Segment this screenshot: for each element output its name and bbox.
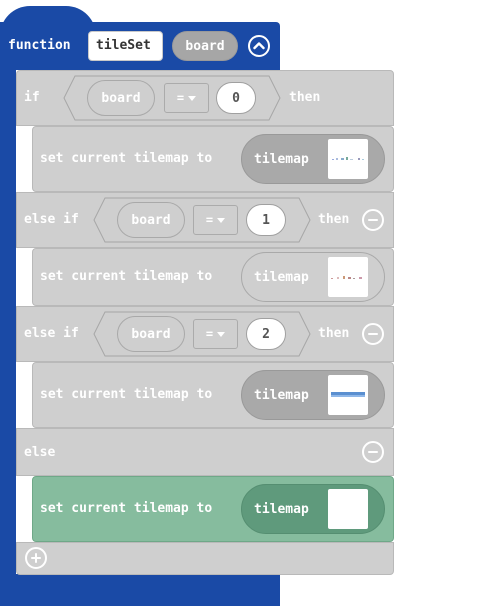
function-left-rail bbox=[0, 60, 16, 606]
plus-circle-icon[interactable] bbox=[25, 547, 47, 569]
statement-label-2: set current tilemap to bbox=[40, 387, 213, 402]
function-keyword: function bbox=[8, 38, 71, 53]
operator-dropdown-2[interactable]: = bbox=[193, 319, 238, 349]
operator-dropdown-1[interactable]: = bbox=[193, 205, 238, 235]
if-footer bbox=[16, 542, 394, 575]
if-else-block[interactable]: if board = 0 then set current tilemap to… bbox=[16, 70, 394, 575]
else-row bbox=[16, 428, 394, 476]
tilemap-preview-2 bbox=[331, 392, 365, 397]
function-name: tileSet bbox=[96, 38, 151, 53]
tilemap-arg-label-0: tilemap bbox=[254, 151, 309, 167]
variable-board-0[interactable]: board bbox=[87, 80, 155, 116]
chevron-up-icon[interactable] bbox=[248, 35, 270, 57]
minus-circle-icon[interactable] bbox=[362, 209, 384, 231]
value-field-2[interactable]: 2 bbox=[246, 318, 286, 350]
dropdown-arrow-icon bbox=[217, 331, 226, 337]
tilemap-arg-label-3: tilemap bbox=[254, 501, 309, 517]
operator-2: = bbox=[205, 327, 214, 341]
variable-board-1[interactable]: board bbox=[117, 202, 185, 238]
else-if-label-2: else if bbox=[24, 326, 79, 341]
minus-circle-icon[interactable] bbox=[362, 441, 384, 463]
operator-dropdown-0[interactable]: = bbox=[164, 83, 209, 113]
if-label: if bbox=[24, 90, 40, 105]
tilemap-thumbnail-2[interactable] bbox=[328, 375, 368, 415]
statement-label-0: set current tilemap to bbox=[40, 151, 213, 166]
statement-label-3: set current tilemap to bbox=[40, 501, 213, 516]
dropdown-arrow-icon bbox=[188, 95, 197, 101]
minus-circle-icon[interactable] bbox=[362, 323, 384, 345]
function-footer bbox=[0, 574, 280, 606]
function-name-field[interactable]: tileSet bbox=[88, 31, 163, 61]
operator-1: = bbox=[205, 213, 214, 227]
tilemap-thumbnail-3[interactable] bbox=[328, 489, 368, 529]
value-field-1[interactable]: 1 bbox=[246, 204, 286, 236]
tilemap-arg-label-1: tilemap bbox=[254, 269, 309, 285]
operator-0: = bbox=[176, 91, 185, 105]
value-field-0[interactable]: 0 bbox=[216, 82, 256, 114]
then-label-2: then bbox=[318, 326, 350, 341]
else-label: else bbox=[24, 445, 56, 460]
tilemap-thumbnail-1[interactable] bbox=[328, 257, 368, 297]
else-if-label-1: else if bbox=[24, 212, 79, 227]
tilemap-preview-1 bbox=[331, 276, 362, 279]
tilemap-preview-0 bbox=[332, 157, 364, 160]
then-label-1: then bbox=[318, 212, 350, 227]
statement-label-1: set current tilemap to bbox=[40, 269, 213, 284]
tilemap-thumbnail-0[interactable] bbox=[328, 139, 368, 179]
tilemap-arg-label-2: tilemap bbox=[254, 387, 309, 403]
dropdown-arrow-icon bbox=[217, 217, 226, 223]
param-board[interactable]: board bbox=[172, 31, 238, 61]
variable-board-2[interactable]: board bbox=[117, 316, 185, 352]
then-label-0: then bbox=[289, 90, 321, 105]
